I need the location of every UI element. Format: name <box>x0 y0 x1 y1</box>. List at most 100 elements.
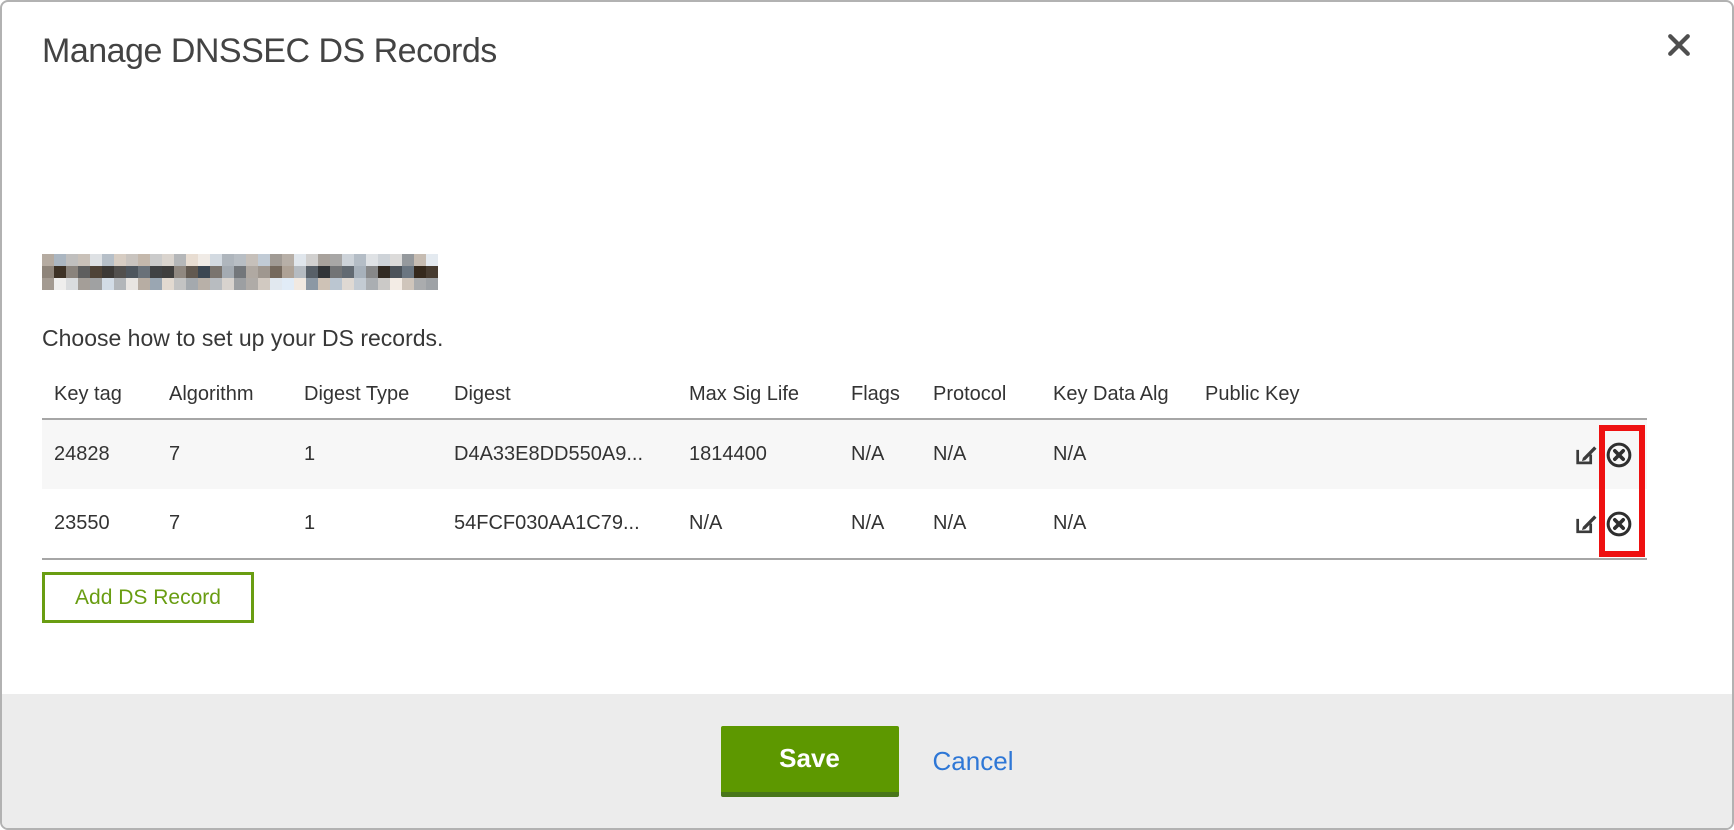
instruction-text: Choose how to set up your DS records. <box>42 325 443 352</box>
redacted-pixel <box>414 278 426 290</box>
redacted-pixel <box>258 254 270 266</box>
redacted-pixel <box>390 266 402 278</box>
redacted-pixel <box>354 266 366 278</box>
redacted-pixel <box>78 254 90 266</box>
redacted-pixel <box>318 266 330 278</box>
redacted-pixel <box>414 266 426 278</box>
edit-pencil-glyph <box>1573 511 1598 536</box>
cell-protocol: N/A <box>921 489 1041 559</box>
redacted-pixel <box>354 254 366 266</box>
redacted-pixel <box>234 278 246 290</box>
redacted-pixel <box>150 266 162 278</box>
remove-record-icon[interactable] <box>1605 510 1633 538</box>
redacted-pixel <box>42 266 54 278</box>
redacted-pixel <box>426 266 438 278</box>
cell-key-data-alg: N/A <box>1041 419 1193 489</box>
close-icon[interactable] <box>1662 28 1696 62</box>
cell-algorithm: 7 <box>157 419 292 489</box>
edit-record-icon[interactable] <box>1571 441 1599 469</box>
table-row: 23550 7 1 54FCF030AA1C79... N/A N/A N/A … <box>42 489 1647 559</box>
table-header-row: Key tag Algorithm Digest Type Digest Max… <box>42 370 1647 419</box>
redacted-pixel <box>42 254 54 266</box>
col-header-max-sig-life: Max Sig Life <box>677 370 839 419</box>
edit-pencil-glyph <box>1573 442 1598 467</box>
redacted-pixel <box>150 278 162 290</box>
redacted-pixel <box>162 278 174 290</box>
col-header-digest-type: Digest Type <box>292 370 442 419</box>
redacted-pixel <box>342 266 354 278</box>
close-x-glyph <box>1664 30 1694 60</box>
redacted-pixel <box>246 278 258 290</box>
redacted-pixel <box>102 254 114 266</box>
redacted-pixel <box>126 266 138 278</box>
cell-flags: N/A <box>839 489 921 559</box>
redacted-pixel <box>270 254 282 266</box>
redacted-pixel <box>126 254 138 266</box>
col-header-flags: Flags <box>839 370 921 419</box>
save-button[interactable]: Save <box>721 726 899 797</box>
cell-protocol: N/A <box>921 419 1041 489</box>
redacted-pixel <box>162 254 174 266</box>
redacted-pixel <box>294 266 306 278</box>
redacted-pixel <box>174 254 186 266</box>
redacted-pixel <box>258 278 270 290</box>
cell-flags: N/A <box>839 419 921 489</box>
redacted-pixel <box>402 278 414 290</box>
dialog-title: Manage DNSSEC DS Records <box>42 32 497 71</box>
redacted-pixel <box>234 266 246 278</box>
redacted-pixel <box>114 266 126 278</box>
redacted-pixel <box>126 278 138 290</box>
redacted-pixel <box>342 254 354 266</box>
redacted-pixel <box>210 278 222 290</box>
redacted-pixel <box>294 254 306 266</box>
redacted-pixel <box>366 266 378 278</box>
redacted-pixel <box>294 278 306 290</box>
cell-public-key <box>1193 489 1557 559</box>
redacted-pixel <box>198 278 210 290</box>
redacted-pixel <box>90 266 102 278</box>
col-header-digest: Digest <box>442 370 677 419</box>
redacted-pixel <box>174 278 186 290</box>
cell-actions <box>1557 489 1647 559</box>
cancel-link[interactable]: Cancel <box>933 746 1014 777</box>
redacted-pixel <box>114 278 126 290</box>
redacted-pixel <box>222 266 234 278</box>
col-header-actions <box>1557 370 1647 419</box>
redacted-pixel <box>378 266 390 278</box>
edit-record-icon[interactable] <box>1571 510 1599 538</box>
redacted-pixel <box>378 278 390 290</box>
redacted-pixel <box>414 254 426 266</box>
redacted-pixel <box>54 266 66 278</box>
table-row: 24828 7 1 D4A33E8DD550A9... 1814400 N/A … <box>42 419 1647 489</box>
redacted-pixel <box>138 266 150 278</box>
redacted-pixel <box>246 266 258 278</box>
redacted-pixel <box>282 266 294 278</box>
remove-record-icon[interactable] <box>1605 441 1633 469</box>
redacted-pixel <box>306 266 318 278</box>
circle-x-glyph <box>1605 441 1633 469</box>
add-ds-record-button[interactable]: Add DS Record <box>42 572 254 623</box>
redacted-pixel <box>114 254 126 266</box>
redacted-pixel <box>270 278 282 290</box>
cell-max-sig-life: 1814400 <box>677 419 839 489</box>
col-header-key-data-alg: Key Data Alg <box>1041 370 1193 419</box>
dialog-footer: Save Cancel <box>2 694 1732 828</box>
redacted-pixel <box>210 266 222 278</box>
redacted-pixel <box>306 254 318 266</box>
cell-key-data-alg: N/A <box>1041 489 1193 559</box>
redacted-pixel <box>222 254 234 266</box>
redacted-pixel <box>78 278 90 290</box>
redacted-pixel <box>426 278 438 290</box>
redacted-pixel <box>138 278 150 290</box>
redacted-pixel <box>90 254 102 266</box>
redacted-pixel <box>390 254 402 266</box>
redacted-pixel <box>66 266 78 278</box>
redacted-pixel <box>330 254 342 266</box>
cell-actions <box>1557 419 1647 489</box>
redacted-pixel <box>378 254 390 266</box>
cell-public-key <box>1193 419 1557 489</box>
col-header-key-tag: Key tag <box>42 370 157 419</box>
redacted-pixel <box>150 254 162 266</box>
redacted-pixel <box>270 266 282 278</box>
redacted-pixel <box>366 254 378 266</box>
